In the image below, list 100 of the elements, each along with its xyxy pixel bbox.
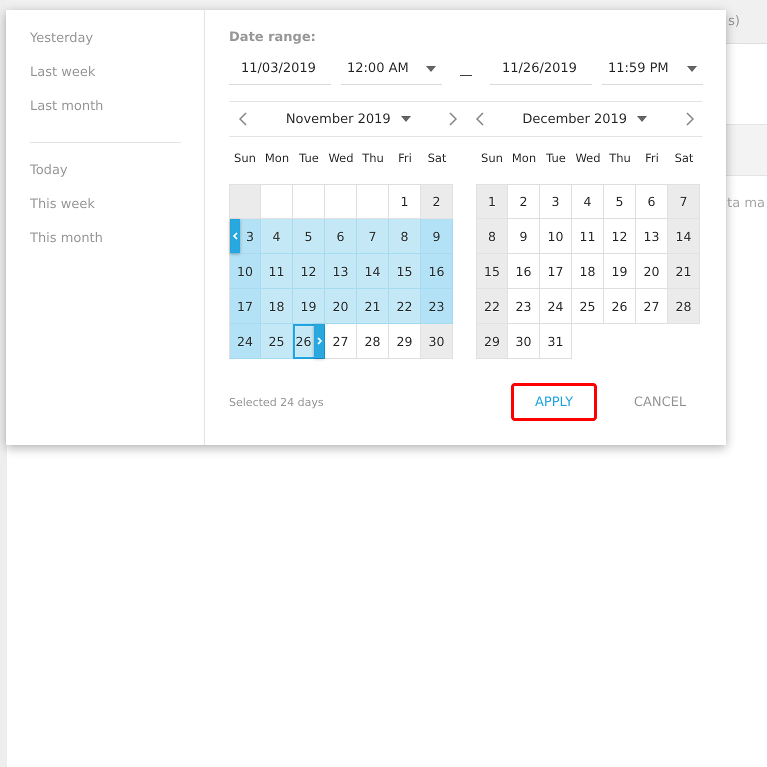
month-select[interactable]: December 2019 — [516, 110, 654, 128]
day-cell[interactable]: 1 — [476, 184, 508, 219]
day-cell[interactable]: 16 — [508, 254, 540, 289]
caret-icon — [426, 66, 436, 72]
weekday-label: Fri — [397, 150, 413, 167]
day-cell[interactable]: 12 — [293, 254, 325, 289]
chevron-left-icon — [232, 232, 238, 240]
day-cell[interactable]: 9 — [421, 219, 453, 254]
day-cell[interactable]: 26 — [604, 289, 636, 324]
day-cell[interactable]: 4 — [572, 184, 604, 219]
start-date-field[interactable]: 11/03/2019 — [229, 53, 331, 85]
day-cell[interactable]: 8 — [476, 219, 508, 254]
day-cell[interactable]: 11 — [572, 219, 604, 254]
chevron-right-icon — [449, 112, 458, 126]
day-cell[interactable]: 14 — [668, 219, 700, 254]
weekday-label: Sun — [233, 150, 257, 167]
day-cell[interactable]: 2 — [508, 184, 540, 219]
chevron-right-icon — [686, 112, 694, 126]
day-cell[interactable]: 24 — [540, 289, 572, 324]
chevron-left-icon — [476, 112, 484, 126]
caret-icon — [637, 116, 648, 122]
day-cell[interactable]: 29 — [476, 324, 508, 359]
day-cell[interactable]: 6 — [325, 219, 357, 254]
weekday-label: Wed — [574, 150, 602, 167]
next-month-button[interactable] — [684, 110, 696, 128]
day-cell[interactable]: 12 — [604, 219, 636, 254]
end-date-field[interactable]: 11/26/2019 — [490, 53, 592, 85]
end-time-dropdown[interactable]: 11:59 PM — [602, 53, 703, 85]
day-cell[interactable]: 25 — [261, 324, 293, 359]
caret-icon — [400, 116, 411, 122]
range-separator — [460, 74, 472, 76]
day-cell[interactable]: 20 — [325, 289, 357, 324]
day-cell[interactable]: 14 — [357, 254, 389, 289]
day-cell[interactable]: 13 — [325, 254, 357, 289]
day-cell[interactable]: 10 — [540, 219, 572, 254]
selected-days-text: Selected 24 days — [229, 396, 325, 408]
chevron-left-icon — [239, 112, 247, 126]
day-cell[interactable]: 3 — [540, 184, 572, 219]
day-cell[interactable]: 26 — [293, 324, 325, 359]
next-month-button[interactable] — [447, 110, 460, 128]
day-cell[interactable]: 17 — [229, 289, 261, 324]
weekday-label: Fri — [644, 150, 660, 167]
day-cell[interactable]: 29 — [389, 324, 421, 359]
day-cell[interactable]: 3 — [229, 219, 261, 254]
day-cell[interactable]: 27 — [325, 324, 357, 359]
start-time-dropdown[interactable]: 12:00 AM — [341, 53, 442, 85]
day-cell[interactable]: 5 — [604, 184, 636, 219]
day-cell[interactable]: 4 — [261, 219, 293, 254]
weekday-label: Mon — [510, 150, 538, 167]
chevron-right-icon — [316, 337, 322, 345]
day-cell[interactable]: 16 — [421, 254, 453, 289]
day-cell[interactable]: 23 — [421, 289, 453, 324]
day-cell[interactable]: 30 — [508, 324, 540, 359]
range-start-handle[interactable] — [230, 219, 240, 253]
previous-month-button[interactable] — [474, 110, 486, 128]
day-cell[interactable]: 2 — [421, 184, 453, 219]
weekday-label: Sat — [426, 150, 448, 167]
day-cell[interactable]: 13 — [636, 219, 668, 254]
day-cell[interactable]: 11 — [261, 254, 293, 289]
day-cell[interactable]: 15 — [389, 254, 421, 289]
day-cell[interactable]: 22 — [476, 289, 508, 324]
day-cell[interactable]: 19 — [604, 254, 636, 289]
day-cell[interactable]: 6 — [636, 184, 668, 219]
header-text: s) — [728, 14, 740, 29]
weekday-label: Sun — [480, 150, 504, 167]
day-cell[interactable]: 7 — [357, 219, 389, 254]
caret-icon — [687, 66, 697, 72]
day-cell[interactable]: 27 — [636, 289, 668, 324]
day-cell[interactable]: 31 — [540, 324, 572, 359]
day-cell[interactable]: 28 — [668, 289, 700, 324]
day-cell[interactable]: 7 — [668, 184, 700, 219]
body-text: ta ma — [727, 196, 765, 211]
day-cell[interactable]: 19 — [293, 289, 325, 324]
day-cell[interactable]: 21 — [357, 289, 389, 324]
day-cell[interactable]: 10 — [229, 254, 261, 289]
day-cell[interactable]: 28 — [357, 324, 389, 359]
weekday-label: Tue — [298, 150, 320, 167]
day-cell[interactable]: 15 — [476, 254, 508, 289]
day-cell[interactable]: 22 — [389, 289, 421, 324]
day-cell[interactable]: 30 — [421, 324, 453, 359]
day-cell[interactable]: 5 — [293, 219, 325, 254]
day-cell[interactable]: 21 — [668, 254, 700, 289]
day-cell[interactable]: 18 — [261, 289, 293, 324]
day-cell[interactable]: 23 — [508, 289, 540, 324]
day-cell[interactable]: 17 — [540, 254, 572, 289]
day-cell[interactable]: 24 — [229, 324, 261, 359]
weekday-label: Wed — [327, 150, 355, 167]
weekday-label: Tue — [545, 150, 567, 167]
range-end-handle[interactable] — [314, 324, 324, 358]
day-cell[interactable]: 18 — [572, 254, 604, 289]
weekday-label: Mon — [264, 150, 290, 167]
date-range-label: Date range: — [229, 30, 317, 45]
weekday-label: Sat — [674, 150, 694, 167]
day-cell[interactable]: 8 — [389, 219, 421, 254]
day-cell[interactable]: 1 — [389, 184, 421, 219]
day-cell[interactable]: 25 — [572, 289, 604, 324]
day-cell[interactable]: 20 — [636, 254, 668, 289]
previous-month-button[interactable] — [237, 110, 249, 128]
day-cell[interactable]: 9 — [508, 219, 540, 254]
month-select[interactable]: November 2019 — [280, 110, 417, 128]
